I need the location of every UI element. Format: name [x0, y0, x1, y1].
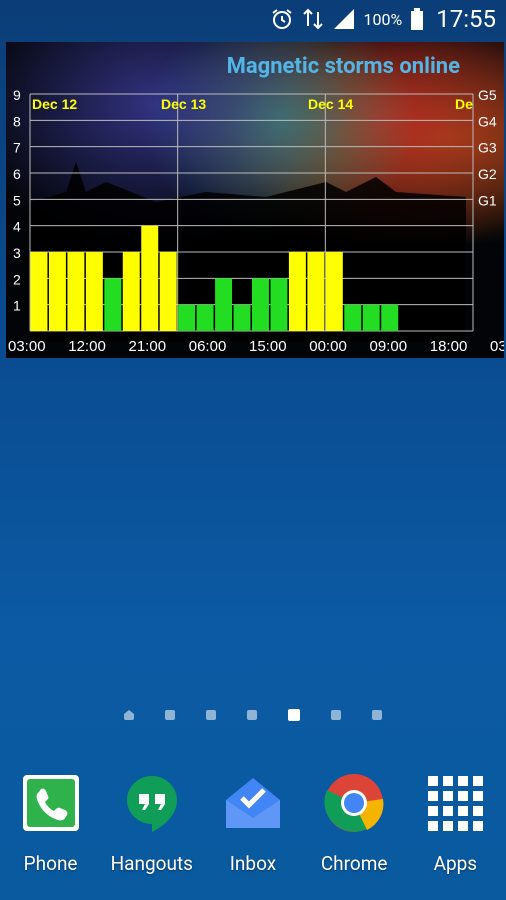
kp-bar — [325, 252, 343, 331]
x-tick-label: 15:00 — [249, 338, 287, 355]
battery-icon — [410, 7, 424, 31]
apps-grid-cell — [428, 821, 439, 831]
kp-bar — [270, 278, 288, 331]
x-tick-label: 09:00 — [370, 338, 408, 355]
g-scale-label: G2 — [478, 166, 497, 182]
x-tick-label: 06:00 — [189, 338, 227, 355]
apps-grid-cell — [473, 821, 484, 831]
kp-bar — [288, 252, 306, 331]
apps-grid-cell — [428, 791, 439, 801]
signal-icon — [332, 7, 356, 31]
dock-label: Inbox — [229, 852, 277, 875]
dock-label: Apps — [433, 852, 478, 875]
apps-grid-cell — [443, 806, 454, 816]
widget-title: Magnetic storms online — [226, 54, 460, 79]
dock-item-apps[interactable]: Apps — [405, 772, 505, 875]
kp-bar — [104, 278, 122, 331]
apps-grid-cell — [443, 776, 454, 786]
y-tick-label: 4 — [13, 219, 21, 235]
apps-grid-cell — [443, 821, 454, 831]
data-transfer-icon — [302, 7, 324, 31]
kp-bar — [215, 278, 233, 331]
page-dot[interactable] — [247, 710, 257, 720]
kp-bar — [307, 252, 325, 331]
kp-index-chart: 9 8 7 6 5 4 3 2 1 G5 G4 G3 G2 G1 Dec 12 Dec 13 Dec 14 De 0… — [8, 87, 504, 355]
clock: 17:55 — [436, 5, 496, 33]
y-tick-label: 2 — [13, 271, 21, 287]
apps-grid-cell — [473, 776, 484, 786]
g-scale-label: G3 — [478, 140, 497, 156]
kp-bar — [159, 252, 177, 331]
day-label: Dec 14 — [308, 96, 353, 112]
phone-icon — [20, 772, 82, 834]
page-dot[interactable] — [372, 710, 382, 720]
apps-grid-cell — [473, 791, 484, 801]
dock-label: Phone — [23, 852, 78, 875]
day-label: De — [455, 96, 473, 112]
kp-bar — [233, 304, 251, 331]
kp-bar — [362, 304, 380, 331]
dock: Phone Hangouts Inbox Chrome Apps — [0, 772, 506, 875]
dock-item-chrome[interactable]: Chrome — [304, 772, 404, 875]
dock-label: Chrome — [320, 852, 388, 875]
y-tick-label: 3 — [13, 245, 21, 261]
g-scale-label: G4 — [478, 113, 497, 129]
page-dot[interactable] — [331, 710, 341, 720]
y-tick-label: 9 — [13, 87, 21, 103]
hangouts-icon — [121, 772, 183, 834]
kp-bar — [48, 252, 66, 331]
page-dot[interactable] — [206, 710, 216, 720]
apps-grid-cell — [458, 821, 469, 831]
x-tick-label: 18:00 — [430, 338, 468, 355]
status-bar: 100% 17:55 — [0, 0, 506, 38]
chrome-icon — [323, 772, 385, 834]
y-tick-label: 1 — [13, 298, 21, 314]
apps-grid-cell — [458, 776, 469, 786]
kp-bar — [178, 304, 196, 331]
dock-label: Hangouts — [110, 852, 193, 875]
kp-bar — [196, 304, 214, 331]
home-page-dot[interactable] — [124, 710, 134, 720]
apps-grid-cell — [458, 791, 469, 801]
y-tick-label: 5 — [13, 192, 21, 208]
kp-bar — [381, 304, 399, 331]
kp-bar — [252, 278, 269, 331]
kp-bar — [141, 225, 159, 331]
magnetic-storms-widget[interactable]: 9 8 7 6 5 4 3 2 1 G5 G4 G3 G2 G1 Dec 12 Dec 13 Dec 14 De 0… — [6, 42, 504, 358]
inbox-icon — [222, 772, 284, 834]
apps-grid-cell — [458, 806, 469, 816]
kp-bar — [344, 304, 362, 331]
day-label: Dec 13 — [161, 96, 206, 112]
dock-item-hangouts[interactable]: Hangouts — [102, 772, 202, 875]
dock-item-phone[interactable]: Phone — [1, 772, 101, 875]
x-tick-label: 03:00 — [8, 338, 46, 355]
apps-grid-cell — [473, 806, 484, 816]
g-scale-label: G5 — [478, 87, 497, 103]
page-dot[interactable] — [165, 710, 175, 720]
apps-grid-icon — [424, 772, 486, 834]
g-scale-label: G1 — [478, 192, 497, 208]
kp-bar — [30, 252, 48, 331]
page-dot-active[interactable] — [288, 709, 300, 721]
apps-grid-cell — [443, 791, 454, 801]
page-indicator — [0, 709, 506, 721]
x-tick-label: 12:00 — [68, 338, 106, 355]
alarm-clock-icon — [270, 7, 294, 31]
y-tick-label: 6 — [13, 166, 21, 182]
x-tick-label: 03:00 — [490, 338, 504, 355]
x-tick-label: 00:00 — [309, 338, 347, 355]
kp-bar — [67, 252, 85, 331]
apps-grid-cell — [428, 806, 439, 816]
y-tick-label: 8 — [13, 113, 21, 129]
dock-item-inbox[interactable]: Inbox — [203, 772, 303, 875]
battery-percent: 100% — [363, 9, 403, 29]
kp-bar — [85, 252, 103, 331]
kp-bar — [122, 252, 140, 331]
day-label: Dec 12 — [32, 96, 77, 112]
y-tick-label: 7 — [13, 140, 21, 156]
x-tick-label: 21:00 — [129, 338, 167, 355]
apps-grid-cell — [428, 776, 439, 786]
